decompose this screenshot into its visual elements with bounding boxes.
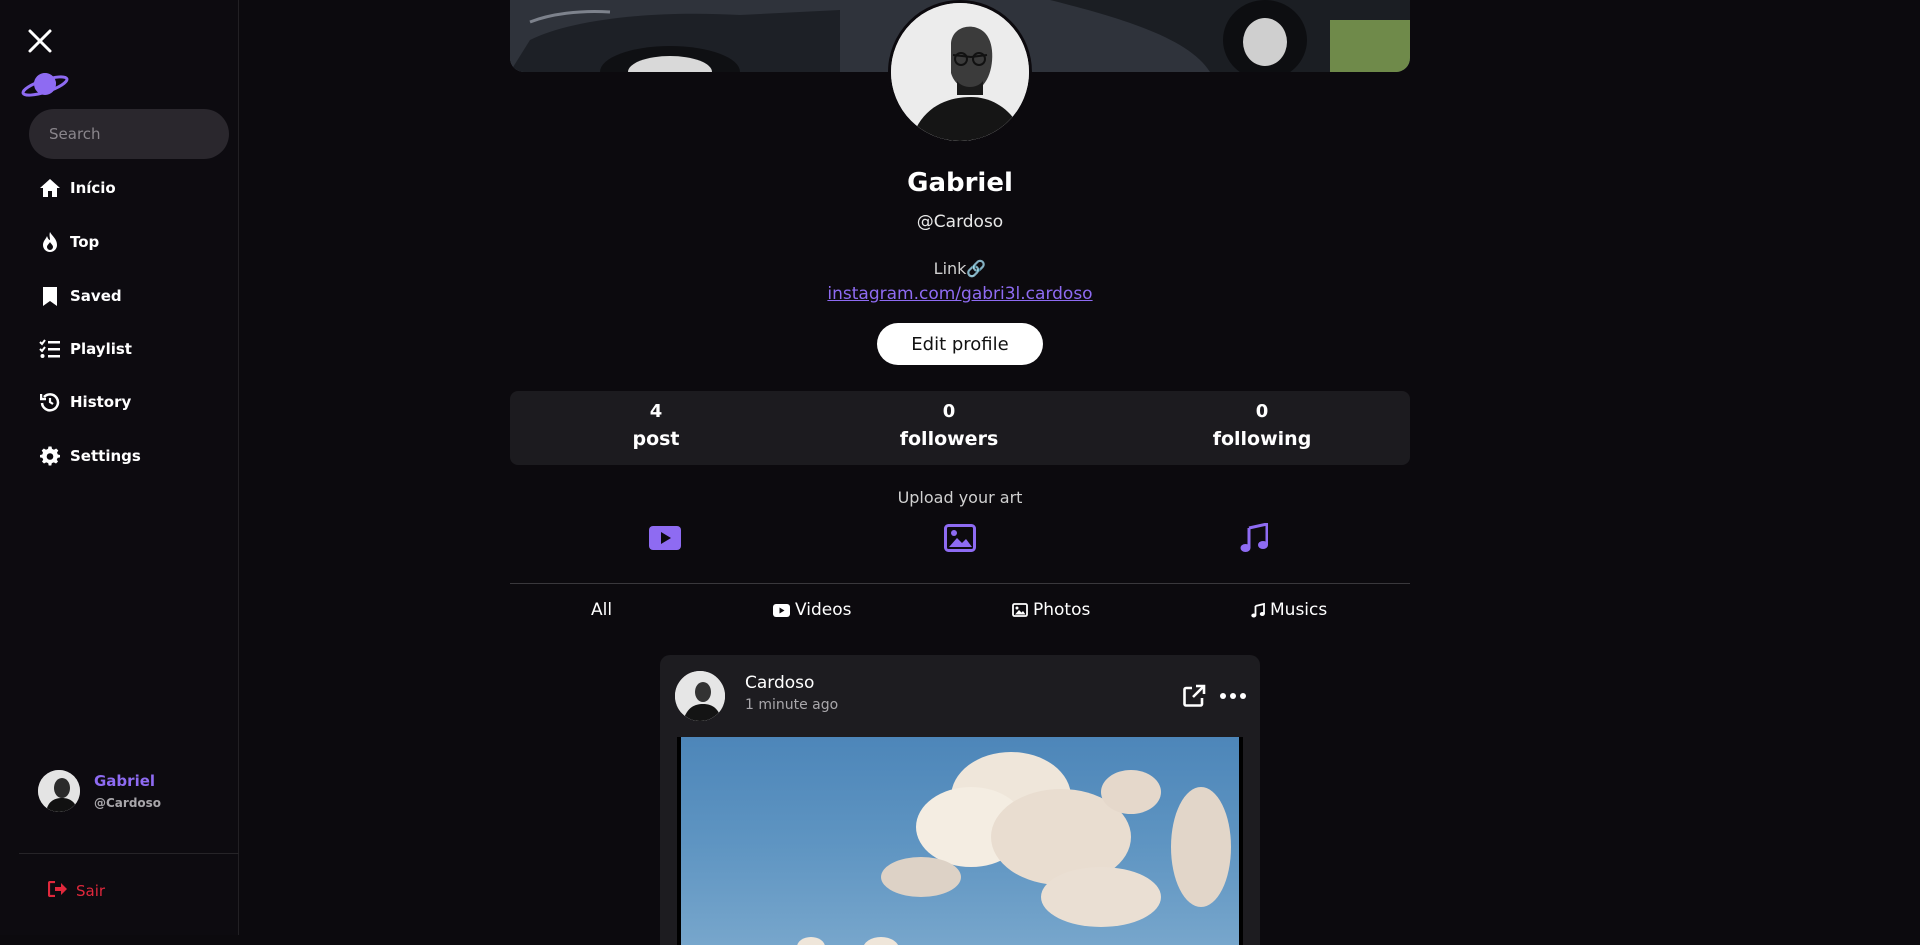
post-author[interactable]: Cardoso [745,673,814,693]
list-check-icon [38,338,61,361]
profile-name: Gabriel [907,168,1013,198]
stat-posts[interactable]: 4 post [576,401,736,450]
sidebar-item-top[interactable]: Top [38,229,99,255]
youtube-icon [773,603,790,617]
profile-avatar[interactable] [888,0,1032,144]
planet-logo-icon[interactable] [21,69,69,99]
profile-handle: @Cardoso [916,212,1004,232]
avatar[interactable] [675,671,725,721]
home-icon [38,177,61,200]
tab-musics[interactable]: Musics [1251,600,1327,620]
stat-label: followers [899,428,999,450]
sidebar-user-name: Gabriel [94,772,156,790]
music-icon [1251,602,1265,618]
profile-stats: 4 post 0 followers 0 following [510,391,1410,465]
stat-label: following [1212,428,1312,450]
sidebar-item-settings[interactable]: Settings [38,443,141,469]
divider [510,583,1410,584]
sidebar: Início Top Saved Playlist History Settin… [0,0,239,935]
gear-icon [38,445,61,468]
sidebar-item-inicio[interactable]: Início [38,175,116,201]
sidebar-item-label: Top [70,233,100,251]
fire-icon [38,231,61,254]
sidebar-user-card[interactable]: Gabriel @Cardoso [38,770,161,812]
sidebar-item-label: Playlist [70,340,132,358]
sign-out-icon [47,880,68,901]
upload-label: Upload your art [897,488,1023,507]
edit-profile-button[interactable]: Edit profile [877,323,1043,365]
image-icon [1012,603,1028,617]
search-input[interactable] [29,109,229,159]
close-icon[interactable] [27,28,53,54]
tab-label: Videos [795,600,852,620]
sidebar-item-label: Saved [70,287,122,305]
tab-photos[interactable]: Photos [1012,600,1090,620]
sidebar-item-saved[interactable]: Saved [38,283,122,309]
tab-all[interactable]: All [591,600,612,620]
stat-following[interactable]: 0 following [1182,401,1342,450]
profile-link-label: Link🔗 [933,259,987,278]
profile-link[interactable]: instagram.com/gabri3l.cardoso [760,284,1160,304]
sidebar-user-handle: @Cardoso [94,796,162,810]
tab-label: All [591,600,613,620]
tab-videos[interactable]: Videos [773,600,852,620]
sidebar-item-label: History [70,393,132,411]
sidebar-item-history[interactable]: History [38,389,131,415]
upload-video-icon[interactable] [648,522,682,554]
upload-music-icon[interactable] [1237,522,1271,554]
avatar [38,770,80,812]
stat-label: post [632,428,680,450]
stat-value: 0 [942,401,956,422]
stat-value: 4 [649,401,663,422]
stat-followers[interactable]: 0 followers [869,401,1029,450]
stat-value: 0 [1255,401,1269,422]
more-options-icon[interactable] [1220,685,1246,707]
post-card: Cardoso 1 minute ago [660,655,1260,945]
divider [19,853,239,854]
sidebar-item-label: Início [70,179,116,197]
logout-label: Sair [76,882,106,900]
history-icon [38,391,61,414]
upload-photo-icon[interactable] [943,522,977,554]
post-media[interactable] [677,737,1243,945]
logout-button[interactable]: Sair [47,880,106,901]
bookmark-icon [38,285,61,308]
tab-label: Photos [1033,600,1091,620]
sidebar-item-playlist[interactable]: Playlist [38,336,132,362]
external-link-icon[interactable] [1182,684,1206,708]
tab-label: Musics [1270,600,1328,620]
post-timestamp: 1 minute ago [745,697,839,713]
post-image [681,737,1239,945]
sidebar-item-label: Settings [70,447,141,465]
